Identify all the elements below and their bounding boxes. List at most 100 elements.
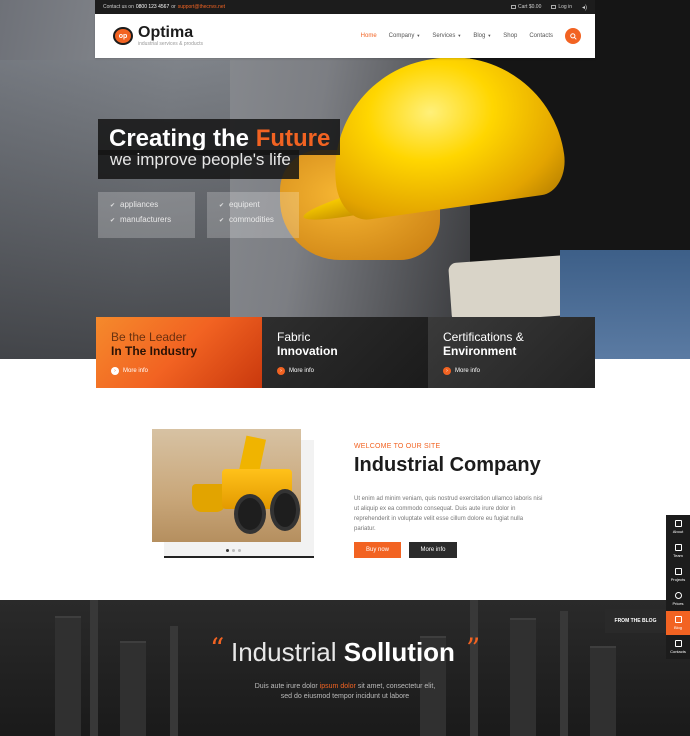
contact-email[interactable]: support@thecnvs.net	[178, 4, 225, 10]
banner-title-light: Industrial	[231, 637, 337, 667]
welcome-label: WELCOME TO OUR SITE	[354, 443, 441, 450]
panel-line2: Innovation	[277, 344, 338, 358]
slider-dot[interactable]	[238, 549, 241, 552]
dock-item-about[interactable]: About	[666, 515, 690, 539]
dock-label: About	[672, 529, 684, 534]
dock-label: Prices	[672, 601, 684, 606]
main-nav: Home Company ▼ Services ▼ Blog ▼ Shop Conta…	[361, 33, 553, 39]
service-panel-environment[interactable]: Certifications & Environment › More info	[428, 317, 595, 388]
login-icon	[551, 4, 557, 9]
cart-icon	[511, 4, 516, 9]
check-icon: ✔	[219, 203, 225, 209]
slider-dot[interactable]	[226, 549, 229, 552]
panel-more-link[interactable]: › More info	[443, 367, 595, 375]
dock-item-prices[interactable]: Prices	[666, 587, 690, 611]
hero-feature-list-right: ✔ equipent ✔ commodities	[207, 192, 299, 238]
panel-more-label: More info	[289, 368, 315, 374]
panel-more-link[interactable]: › More info	[277, 367, 428, 375]
banner-text: Duis aute irure dolor ipsum dolor sit am…	[250, 682, 440, 702]
dock-label: Projects	[670, 577, 686, 582]
nav-item-contacts[interactable]: Contacts	[529, 33, 553, 39]
login-link[interactable]: Log in	[551, 4, 572, 10]
hero-title-main: Creating the	[109, 125, 250, 152]
factory-tower	[510, 618, 536, 736]
chevron-down-icon: ▼	[416, 33, 421, 38]
chevron-down-icon: ▼	[457, 33, 462, 38]
top-bar: Contact us on 0800 123 4567 or support@t…	[95, 0, 595, 14]
excavator-bucket	[192, 484, 226, 512]
factory-pipe	[90, 600, 98, 736]
more-info-button[interactable]: More info	[409, 542, 457, 558]
check-icon: ✔	[110, 218, 116, 224]
feature-item: ✔ manufacturers	[110, 215, 195, 224]
banner-title: Industrial Sollution	[231, 637, 455, 668]
nav-label: Shop	[503, 33, 518, 39]
dock-item-blog[interactable]: Blog	[666, 611, 690, 635]
excavator-wheel	[234, 494, 266, 534]
edit-icon	[674, 616, 682, 623]
hero-title-accent: Future	[255, 125, 331, 152]
excavator-photo	[152, 429, 301, 542]
service-panel-leader[interactable]: Be the Leader In The Industry › More info	[96, 317, 262, 388]
dock-item-projects[interactable]: Projects	[666, 563, 690, 587]
sound-icon[interactable]: ◂)	[582, 4, 587, 11]
nav-item-home[interactable]: Home	[361, 33, 377, 39]
industrial-solution-banner	[0, 600, 690, 736]
banner-text-before: Duis aute irure dolor	[254, 683, 318, 690]
factory-pipe	[560, 611, 568, 736]
buy-now-button[interactable]: Buy now	[354, 542, 401, 558]
document-icon	[674, 520, 682, 527]
cart-link[interactable]: Cart $0.00	[511, 4, 541, 10]
from-the-blog-tooltip: FROM THE BLOG	[605, 609, 666, 633]
nav-item-services[interactable]: Services ▼	[432, 33, 461, 39]
quote-close-icon: ”	[466, 632, 481, 665]
feature-label: manufacturers	[120, 215, 172, 224]
panel-line1: Fabric	[277, 330, 311, 344]
factory-tower	[120, 641, 146, 736]
quote-open-icon: “	[210, 632, 225, 665]
feature-item: ✔ commodities	[219, 215, 299, 224]
contact-phone[interactable]: 0800 123 4567	[136, 4, 169, 10]
banner-title-bold: Sollution	[343, 637, 455, 667]
arrow-right-icon: ›	[111, 367, 119, 375]
banner-text-accent: ipsum dolor	[319, 683, 356, 690]
brand-name: Optima	[138, 24, 194, 41]
search-button[interactable]	[565, 28, 581, 44]
panel-more-link[interactable]: › More info	[111, 367, 262, 375]
top-bar-actions: Cart $0.00 Log in ◂)	[511, 4, 587, 11]
panel-line1: Certifications &	[443, 330, 524, 344]
logo[interactable]: op Optima industrial services & products	[113, 25, 203, 47]
panel-more-label: More info	[123, 368, 149, 374]
factory-pipe	[470, 600, 478, 736]
panel-line1: Be the Leader	[111, 330, 187, 344]
arrow-right-icon: ›	[443, 367, 451, 375]
slider-dots	[226, 549, 241, 552]
nav-item-company[interactable]: Company ▼	[389, 33, 421, 39]
about-text: Ut enim ad minim veniam, quis nostrud ex…	[354, 496, 543, 532]
side-dock: About Team Projects Prices Blog Contacts	[666, 515, 690, 659]
factory-tower	[55, 616, 81, 736]
service-panel-innovation[interactable]: Fabric Innovation › More info	[262, 317, 428, 388]
logo-mark: op	[113, 27, 133, 45]
page: Contact us on 0800 123 4567 or support@t…	[0, 0, 690, 736]
panel-line2: In The Industry	[111, 344, 198, 358]
dock-item-team[interactable]: Team	[666, 539, 690, 563]
slider-dot[interactable]	[232, 549, 235, 552]
feature-item: ✔ appliances	[110, 200, 195, 209]
feature-label: commodities	[229, 215, 274, 224]
folder-icon	[674, 568, 682, 575]
dock-item-contacts[interactable]: Contacts	[666, 635, 690, 659]
arrow-right-icon: ›	[277, 367, 285, 375]
nav-item-blog[interactable]: Blog ▼	[473, 33, 491, 39]
nav-label: Contacts	[529, 33, 553, 39]
nav-label: Company	[388, 33, 415, 39]
nav-label: Services	[432, 33, 456, 39]
dock-label: Blog	[673, 625, 682, 630]
nav-item-shop[interactable]: Shop	[503, 33, 517, 39]
brand-tagline: industrial services & products	[138, 41, 204, 47]
login-label: Log in	[558, 4, 572, 10]
panel-line2: Environment	[443, 344, 517, 358]
dollar-icon	[674, 592, 682, 599]
nav-label: Blog	[473, 33, 486, 39]
feature-label: appliances	[120, 200, 159, 209]
